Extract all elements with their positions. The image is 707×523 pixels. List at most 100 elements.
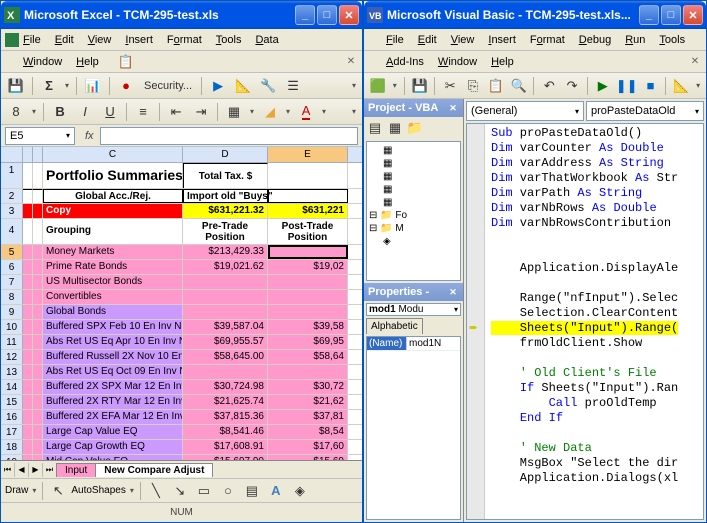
tree-folder[interactable]: ⊟ 📁 M [369, 222, 458, 235]
menu-addins[interactable]: Add-Ins [380, 54, 430, 70]
row-header[interactable]: 8 [1, 290, 23, 304]
cell[interactable]: $21,625.74 [183, 395, 268, 409]
diagram-icon[interactable]: ◈ [289, 480, 311, 502]
props-row[interactable]: (Name) mod1N [367, 337, 460, 351]
cell[interactable] [268, 245, 348, 259]
cell[interactable]: $39,587.04 [183, 320, 268, 334]
cell-title[interactable]: Portfolio Summaries [43, 163, 183, 188]
cell[interactable]: Copy [43, 204, 183, 218]
cell[interactable] [33, 440, 43, 454]
props-grid[interactable]: (Name) mod1N [366, 336, 461, 520]
cell[interactable]: $17,60 [268, 440, 348, 454]
controls-icon[interactable]: 🔧 [257, 75, 279, 97]
cell[interactable] [23, 305, 33, 319]
row-header[interactable]: 10 [1, 320, 23, 334]
cell[interactable]: Prime Rate Bonds [43, 260, 183, 274]
save-icon[interactable]: 💾 [410, 75, 430, 97]
cell[interactable]: $39,58 [268, 320, 348, 334]
proc-combo[interactable]: proPasteDataOld▾ [586, 101, 704, 121]
project-panel-title[interactable]: Project - VBA✕ [364, 99, 463, 117]
cell[interactable] [23, 425, 33, 439]
tab-prev-icon[interactable]: ◀ [15, 463, 29, 477]
vba-titlebar[interactable]: VB Microsoft Visual Basic - TCM-295-test… [364, 1, 706, 29]
menu-run[interactable]: Run [619, 32, 651, 48]
row-header[interactable]: 14 [1, 380, 23, 394]
menu-insert[interactable]: Insert [119, 32, 159, 48]
cell[interactable]: Buffered Russell 2X Nov 10 En In [43, 350, 183, 364]
cell[interactable]: $30,724.98 [183, 380, 268, 394]
row-header[interactable]: 13 [1, 365, 23, 379]
row-header[interactable]: 11 [1, 335, 23, 349]
cell[interactable] [23, 440, 33, 454]
cell[interactable]: Large Cap Growth EQ [43, 440, 183, 454]
draw-menu[interactable]: Draw [5, 485, 28, 496]
cell[interactable]: $631,221.32 [183, 204, 268, 218]
cell[interactable] [23, 219, 33, 244]
cell[interactable] [23, 380, 33, 394]
cell[interactable]: $19,021.62 [183, 260, 268, 274]
cell[interactable] [23, 163, 33, 188]
tab-first-icon[interactable]: ⏮ [1, 463, 15, 477]
cell[interactable]: $58,64 [268, 350, 348, 364]
maximize-button[interactable]: □ [317, 5, 337, 25]
panel-close-icon[interactable]: ✕ [447, 102, 459, 114]
record-macro-icon[interactable]: ● [115, 75, 137, 97]
tree-folder[interactable]: ⊟ 📁 Fo [369, 209, 458, 222]
menu-insert[interactable]: Insert [482, 32, 522, 48]
cell[interactable]: $8,54 [268, 425, 348, 439]
tree-item[interactable]: ◈ [369, 235, 458, 248]
row-header[interactable]: 3 [1, 204, 23, 218]
cell[interactable] [33, 245, 43, 259]
sheet-tab-input[interactable]: Input [56, 463, 96, 477]
cell[interactable] [33, 290, 43, 304]
cell[interactable] [268, 163, 348, 188]
cell[interactable]: Post-Trade Position [268, 219, 348, 244]
security-label[interactable]: Security... [140, 80, 196, 92]
formula-input[interactable] [100, 127, 358, 145]
cell[interactable]: Total Tax. $ [183, 163, 268, 188]
cell[interactable]: Grouping [43, 219, 183, 244]
textbox-icon[interactable]: ▤ [241, 480, 263, 502]
borders-icon[interactable]: ▦ [223, 101, 245, 123]
autosum-dd[interactable]: ▾ [63, 81, 71, 90]
menu-doc-close-icon[interactable]: ✕ [344, 55, 358, 69]
cell[interactable]: Buffered SPX Feb 10 En Inv Note [43, 320, 183, 334]
props-tab-alpha[interactable]: Alphabetic [366, 318, 423, 334]
code-gutter[interactable]: ➨ [467, 124, 485, 519]
cell[interactable]: Buffered 2X RTY Mar 12 En Inv N [43, 395, 183, 409]
cell[interactable] [268, 305, 348, 319]
cell[interactable] [33, 335, 43, 349]
grid-body[interactable]: 1 Portfolio Summaries Total Tax. $ 2 Glo… [1, 163, 362, 460]
cell[interactable]: Import old "Buys" [183, 189, 268, 203]
cell[interactable] [33, 410, 43, 424]
cell[interactable] [33, 219, 43, 244]
cell[interactable] [33, 189, 43, 203]
close-button[interactable]: ✕ [683, 5, 703, 25]
cell[interactable]: $19,02 [268, 260, 348, 274]
col-header-c[interactable]: C [43, 147, 183, 162]
menu-format[interactable]: Format [524, 32, 571, 48]
cell[interactable] [33, 395, 43, 409]
row-header[interactable]: 5 [1, 245, 23, 259]
cell[interactable]: $69,955.57 [183, 335, 268, 349]
break-icon[interactable]: ❚❚ [616, 75, 638, 97]
excel-titlebar[interactable]: X Microsoft Excel - TCM-295-test.xls _ □… [1, 1, 362, 29]
view-object-icon[interactable]: ▦ [386, 119, 404, 137]
cell[interactable] [33, 380, 43, 394]
cell[interactable] [23, 410, 33, 424]
menu-window[interactable]: Window [17, 54, 68, 70]
cell[interactable]: $37,81 [268, 410, 348, 424]
font-size-icon[interactable]: 8 [5, 101, 27, 123]
cell[interactable]: $8,541.46 [183, 425, 268, 439]
row-header[interactable]: 6 [1, 260, 23, 274]
cell[interactable]: Convertibles [43, 290, 183, 304]
cell[interactable]: $21,62 [268, 395, 348, 409]
arrow-icon[interactable]: ↘ [169, 480, 191, 502]
row-header[interactable]: 17 [1, 425, 23, 439]
cell[interactable] [23, 245, 33, 259]
menu-debug[interactable]: Debug [573, 32, 617, 48]
props-value[interactable]: mod1N [407, 337, 460, 350]
wordart-icon[interactable]: A [265, 480, 287, 502]
cell[interactable] [183, 305, 268, 319]
tree-item[interactable]: ▦ [369, 170, 458, 183]
